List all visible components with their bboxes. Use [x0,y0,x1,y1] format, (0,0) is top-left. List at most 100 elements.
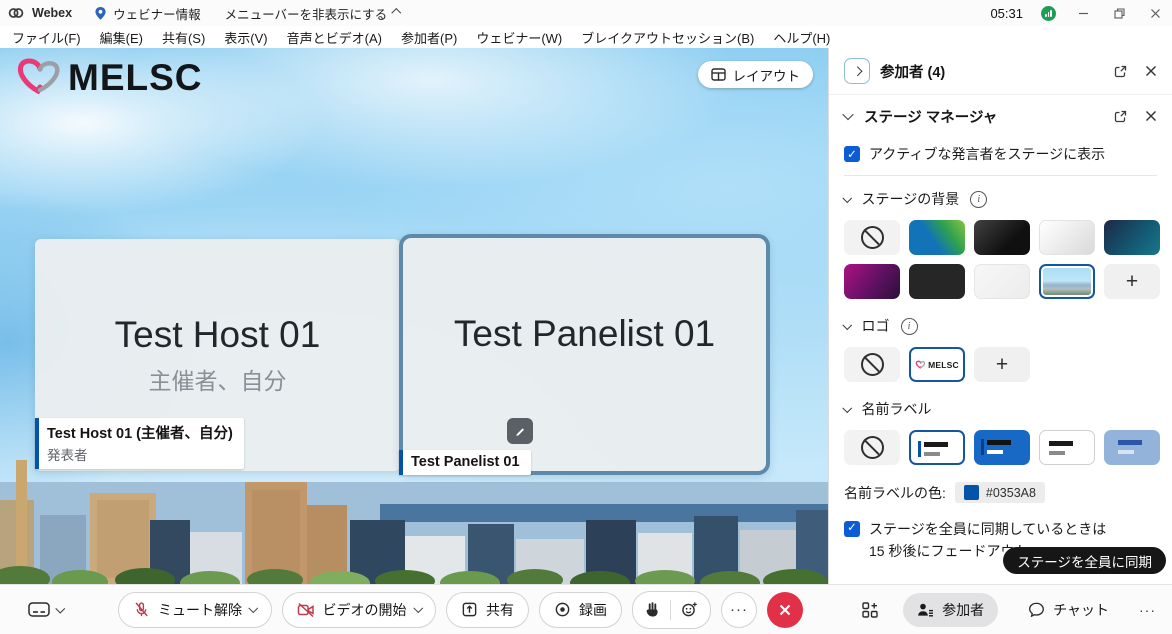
hide-menubar-button[interactable]: メニューバーを非表示にする [225,4,400,23]
info-icon[interactable] [970,191,987,208]
chevron-down-icon [56,603,65,612]
add-logo-button[interactable]: + [974,347,1030,382]
chevron-down-icon [842,109,853,120]
chevron-right-icon [852,66,861,75]
layout-button[interactable]: レイアウト [698,61,814,88]
chevron-down-icon [843,403,852,412]
more-panels-button[interactable]: ··· [1139,602,1156,618]
background-option-charcoal[interactable] [909,264,965,299]
menu-share[interactable]: 共有(S) [162,28,205,47]
close-window-button[interactable] [1146,4,1164,22]
apps-button[interactable] [861,601,879,619]
menu-breakout[interactable]: ブレイクアウトセッション(B) [581,28,754,47]
tile-display-name: Test Panelist 01 [454,313,715,356]
captions-control[interactable] [28,601,64,618]
stage-background-section-header[interactable]: ステージの背景 [829,176,1172,218]
background-option-purple[interactable] [844,264,900,299]
side-panel: 参加者 (4) ステージ マネージャ [828,48,1172,585]
app-title: Webex [32,6,72,20]
prohibition-icon [861,436,884,459]
name-label-style3[interactable] [1039,430,1095,465]
prohibition-icon [861,353,884,376]
stage-area: MELSC レイアウト Test Host 01 主催者、自分 Test Hos… [0,48,828,585]
name-label-thumbnails [829,428,1172,469]
stage-manager-header[interactable]: ステージ マネージャ [829,95,1172,137]
webinar-info-button[interactable]: ウェビナー情報 [94,4,201,23]
sync-fadeout-checkbox[interactable]: ✓ [844,521,860,537]
menu-help[interactable]: ヘルプ(H) [773,28,830,47]
video-tile-host[interactable]: Test Host 01 主催者、自分 Test Host 01 (主催者、自分… [35,239,400,471]
connection-quality-icon[interactable] [1041,6,1056,21]
logo-none-option[interactable] [844,347,900,382]
more-options-button[interactable]: ··· [721,592,757,628]
background-option-teal[interactable] [1104,220,1160,255]
tile-display-name: Test Host 01 [115,314,321,357]
close-icon [778,603,792,617]
edit-tile-button[interactable] [507,418,533,444]
menu-edit[interactable]: 編集(E) [100,28,143,47]
logo-section-header[interactable]: ロゴ [829,303,1172,345]
unmute-button[interactable]: ミュート解除 [118,592,272,628]
chat-panel-button[interactable]: チャット [1022,599,1115,621]
name-label-color-picker[interactable]: #0353A8 [955,482,1045,503]
info-icon[interactable] [901,318,918,335]
chevron-up-icon [392,8,401,17]
background-option-blue-green[interactable] [909,220,965,255]
prohibition-icon [861,226,884,249]
add-background-button[interactable]: + [1104,264,1160,299]
logo-thumbnails: MELSC + [829,345,1172,386]
start-video-button[interactable]: ビデオの開始 [282,592,437,628]
menu-view[interactable]: 表示(V) [224,28,267,47]
raise-hand-button[interactable] [645,601,660,618]
chevron-down-icon [843,320,852,329]
name-label: Test Host 01 (主催者、自分) 発表者 [35,418,244,469]
chevron-down-icon [413,603,422,612]
active-speaker-checkbox-row: ✓ アクティブな発言者をステージに表示 [829,137,1172,175]
camera-off-icon [297,602,315,618]
name-label-style2[interactable] [974,430,1030,465]
share-button[interactable]: 共有 [446,592,529,628]
expand-participants-button[interactable] [844,58,870,84]
meeting-timer: 05:31 [990,6,1023,21]
background-option-black[interactable] [974,220,1030,255]
menu-webinar[interactable]: ウェビナー(W) [476,28,562,47]
active-speaker-checkbox[interactable]: ✓ [844,146,860,162]
chevron-down-icon [249,603,258,612]
menu-participants[interactable]: 参加者(P) [401,28,457,47]
menu-audio-video[interactable]: 音声とビデオ(A) [287,28,382,47]
name-label-style1-selected[interactable] [909,430,965,465]
name-label-style4[interactable] [1104,430,1160,465]
chat-bubble-icon [1028,601,1045,618]
participants-panel-button[interactable]: 参加者 [903,593,998,627]
background-none-option[interactable] [844,220,900,255]
webex-window: Webex ウェビナー情報 メニューバーを非表示にする 05:31 [0,0,1172,634]
record-icon [554,601,571,618]
share-screen-icon [461,601,478,618]
name-label-none-option[interactable] [844,430,900,465]
reactions-button[interactable] [681,601,698,618]
popout-participants-button[interactable] [1113,64,1128,79]
close-stage-manager-button[interactable] [1145,110,1157,122]
participants-title: 参加者 (4) [880,61,1113,82]
video-tile-panelist[interactable]: Test Panelist 01 Test Panelist 01 [399,234,770,475]
chevron-down-icon [843,193,852,202]
reactions-control [632,591,711,629]
titlebar: Webex ウェビナー情報 メニューバーを非表示にする 05:31 [0,0,1172,26]
melsc-heart-icon [14,56,64,100]
maximize-button[interactable] [1110,4,1128,22]
close-participants-button[interactable] [1145,65,1157,77]
background-option-silver[interactable] [1039,220,1095,255]
background-option-city-selected[interactable] [1039,264,1095,299]
microphone-muted-icon [133,601,150,618]
record-button[interactable]: 録画 [539,592,622,628]
background-option-light[interactable] [974,264,1030,299]
leave-meeting-button[interactable] [767,592,803,628]
name-label-color-row: 名前ラベルの色: #0353A8 [829,469,1172,509]
minimize-button[interactable] [1074,4,1092,22]
menu-file[interactable]: ファイル(F) [12,28,81,47]
name-label-section-header[interactable]: 名前ラベル [829,386,1172,428]
popout-stage-manager-button[interactable] [1113,109,1128,124]
sync-stage-button[interactable]: ステージを全員に同期 [1003,547,1166,574]
melsc-heart-icon [915,360,926,370]
logo-option-melsc-selected[interactable]: MELSC [909,347,965,382]
